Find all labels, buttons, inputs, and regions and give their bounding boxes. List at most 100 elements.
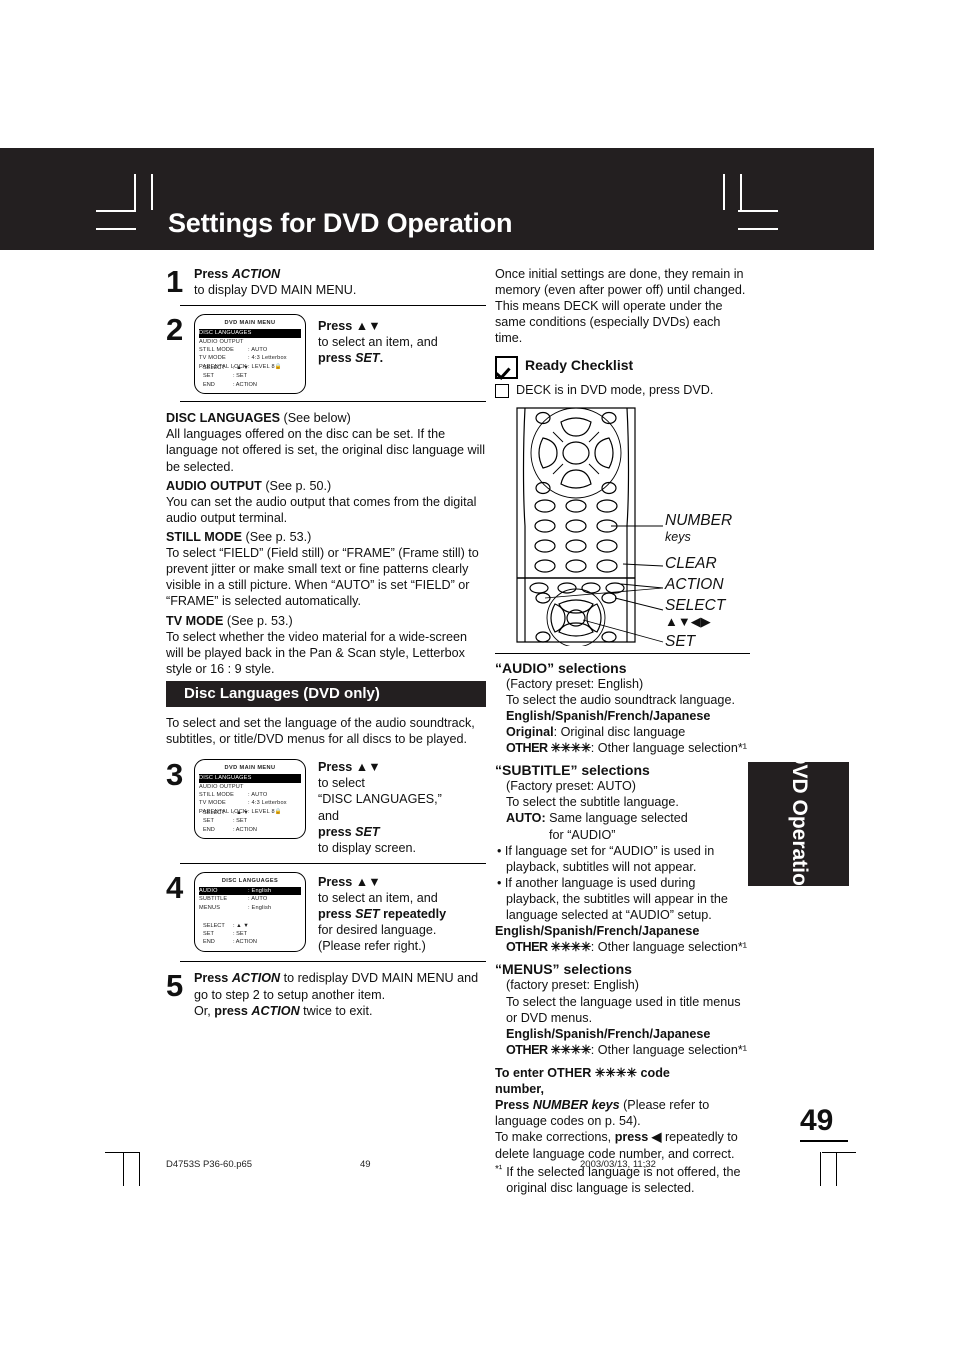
osd-row-key: AUDIO OUTPUT [199,338,244,345]
step-2-instruction-3: press SET. [318,350,438,366]
osd-row-value: : 4:3 Letterbox [248,355,287,362]
menus-other-key: OTHER ✳✳✳✳ [506,1042,591,1057]
step-4-line-1: Press ▲▼ [318,874,381,889]
step-5-or-label: Or, [194,1003,215,1018]
osd-row-key: TV MODE [199,355,226,362]
description-term-text: AUDIO OUTPUT [166,478,262,493]
audio-languages: English/Spanish/French/Japanese [506,708,711,723]
step-3-set-key: SET [355,824,380,839]
osd-footer-row: SET: SET [203,817,257,825]
description-item: TV MODE (See p. 53.) To select whether t… [166,613,486,677]
audio-original-key: Original [506,724,554,739]
remote-label-action: ACTION [665,575,724,593]
step-2-press-label: press [318,351,356,366]
crop-mark-horizontal-right-2 [738,228,778,230]
section-heading-disc-languages: Disc Languages (DVD only) [166,680,486,707]
right-column: Once initial settings are done, they rem… [495,266,750,1196]
osd-row-value: : AUTO [248,896,268,903]
right-intro: Once initial settings are done, they rem… [495,267,746,346]
footer-page: 49 [360,1159,371,1170]
step-4-number: 4 [166,869,184,905]
audio-original-value: : Original disc language [553,724,686,739]
checkbox-icon[interactable] [495,383,509,398]
step-5-number: 5 [166,968,184,1004]
crop-mark-bottom-left-vertical-2 [123,1152,125,1186]
osd-title: DVD MAIN MENU [224,765,276,772]
step-4-press-label: press [318,907,356,922]
osd-row-key: MENUS [199,904,221,911]
step-3: 3 DVD MAIN MENU DISC LANGUAGES AUDIO OUT… [166,759,486,856]
subtitle-description: To select the subtitle language. [506,795,679,810]
osd-row-key: TV MODE [199,800,226,807]
osd-footer-row: SELECT: ▲ ▼ [203,809,257,817]
osd-footer-key: SELECT [203,922,225,929]
osd-footer-value: : SET [233,373,247,380]
subtitle-auto-value-2-line: for “AUDIO” [495,827,750,843]
osd-rows: AUDIO: English SUBTITLE: AUTO MENUS: Eng… [199,886,301,912]
crop-mark-bottom-right-horizontal [822,1152,856,1154]
description-term: STILL MODE (See p. 53.) [166,529,486,545]
step-1-line2: to display DVD MAIN MENU. [194,283,357,298]
osd-footer-row: SELECT: ▲ ▼ [203,922,257,930]
step-3-press-label: press [318,824,356,839]
menus-languages: English/Spanish/French/Japanese [506,1026,711,1041]
subtitle-auto-value-1: Same language selected [549,811,688,826]
crop-mark-vertical [151,174,153,210]
step-1: 1 Press ACTION to display DVD MAIN MENU. [166,266,486,298]
other-code-heading-2: number, [495,1082,544,1097]
osd-row: SUBTITLE: AUTO [199,895,301,903]
description-ref: (See p. 53.) [242,529,312,544]
page-number: 49 [800,1104,834,1137]
crop-mark-vertical-right-2 [740,174,742,211]
step-1-number: 1 [166,264,184,299]
other-code-heading-1: To enter OTHER ✳✳✳✳ code [495,1065,670,1080]
osd-footer-value: : ACTION [233,939,257,946]
osd-row: AUDIO OUTPUT [199,338,301,346]
osd-footer-value: : SET [233,931,247,938]
page-number-underline [800,1140,848,1142]
step-3-line-4: and [318,808,340,823]
section-intro: To select and set the language of the au… [166,715,475,747]
step-4-line-4: for desired language. [318,923,437,938]
step-2-number: 2 [166,312,184,348]
footer-timestamp: 2003/03/13, 11:32 [580,1159,656,1170]
step-divider-3 [180,862,486,864]
step-5-action-key: ACTION [231,971,281,986]
osd-row: AUDIO: English [199,886,301,896]
osd-row-key: AUDIO [199,887,218,894]
subtitle-other-key: OTHER ✳✳✳✳ [506,940,591,955]
description-term: DISC LANGUAGES (See below) [166,410,486,426]
step-divider-1 [180,305,486,307]
osd-footer-key: END [203,381,215,388]
subtitle-preset: (Factory preset: AUTO) [506,779,636,794]
crop-mark-bottom-right-vertical-2 [836,1152,838,1186]
osd-footer-value: : SET [233,818,247,825]
osd-row-key: DISC LANGUAGES [199,330,252,337]
step-2-instruction-2: to select an item, and [318,335,438,350]
step-3-line-6: to display screen. [318,840,417,855]
step-divider-2 [180,401,486,403]
osd-footer: SELECT: ▲ ▼ SET: SET END: ACTION [203,364,257,389]
remote-label-clear: CLEAR [665,554,717,572]
step-4-repeatedly: repeatedly [379,907,447,922]
osd-footer-value: : ACTION [233,381,257,388]
audio-description: To select the audio soundtrack language. [506,692,735,707]
osd-footer-row: SELECT: ▲ ▼ [203,364,257,372]
subtitle-bullet-1-text: If language set for “AUDIO” is used in p… [504,843,715,874]
osd-footer-key: SET [203,931,214,938]
audio-selections-heading: “AUDIO” selections [495,659,627,676]
menus-selections-heading: “MENUS” selections [495,961,632,978]
subtitle-bullet-2: • If another language is used during pla… [497,875,728,923]
other-code-line-1: Press NUMBER keys (Please refer to langu… [495,1097,750,1129]
menus-description: To select the language used in title men… [506,994,741,1025]
checklist-item[interactable]: DECK is in DVD mode, press DVD. [495,382,750,398]
other-code-line-2: To make corrections, press ◀ repeatedly … [495,1129,750,1161]
crop-mark-bottom-right-vertical [820,1152,822,1186]
osd-row: DISC LANGUAGES [199,329,301,338]
audio-original: Original: Original disc language [495,724,750,740]
step-1-action-key: ACTION [231,267,281,281]
step-4-line-2: to select an item, and [318,890,438,905]
osd-row-key: STILL MODE [199,347,235,353]
other-code-press-label: Press [495,1098,533,1113]
ready-checklist-title: Ready Checklist [525,356,634,373]
